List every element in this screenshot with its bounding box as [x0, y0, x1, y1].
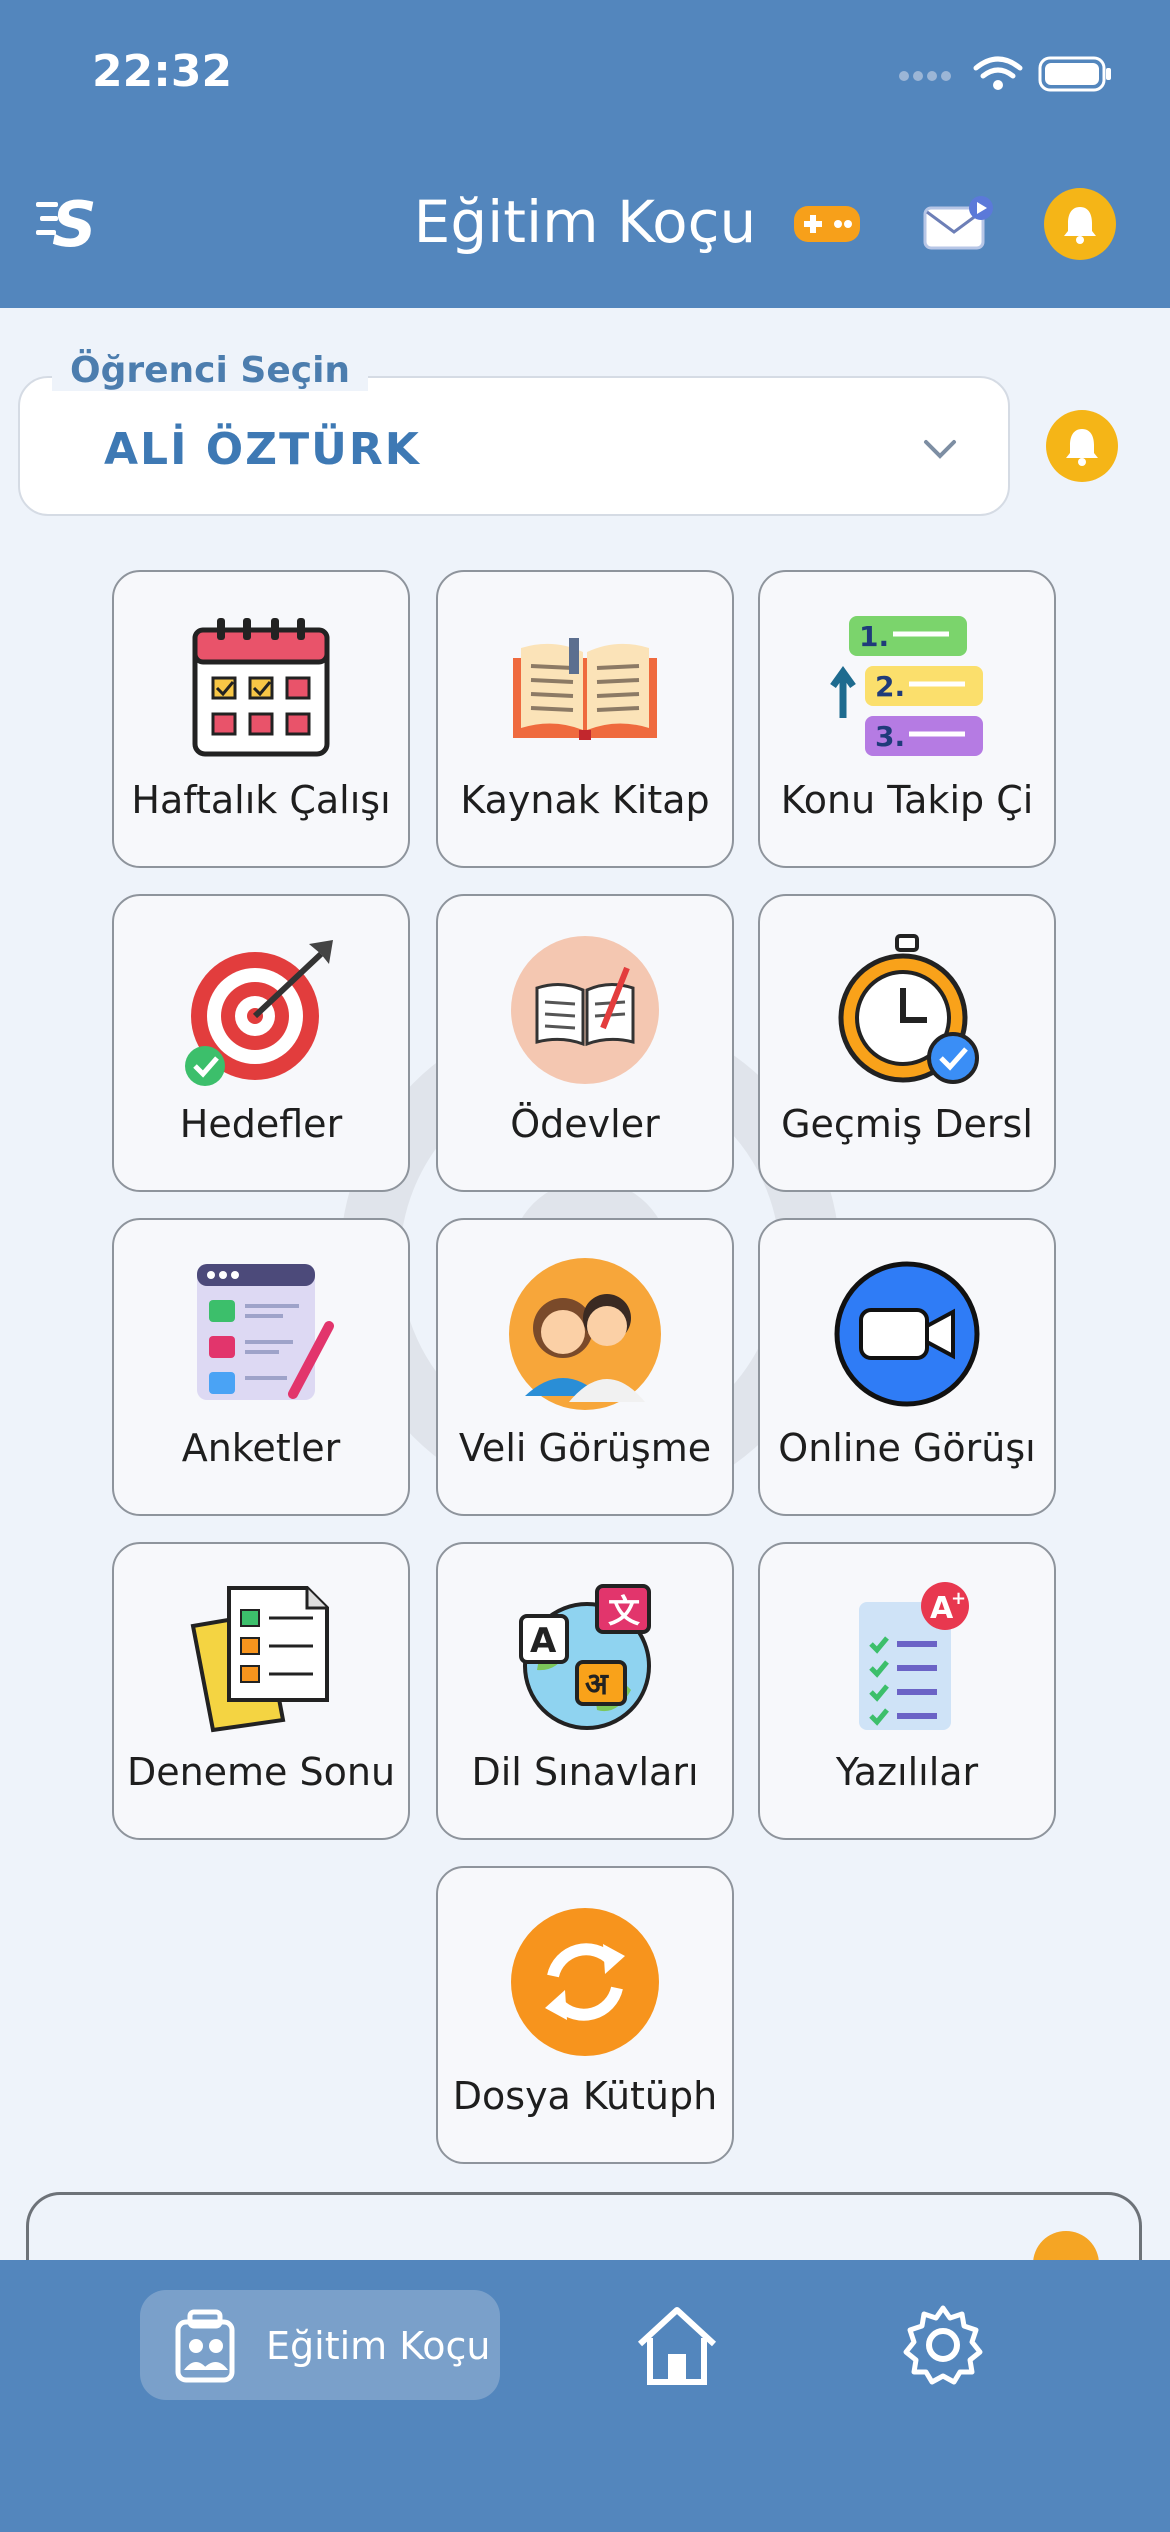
messages-button[interactable]	[920, 186, 1000, 262]
parents-icon	[509, 1258, 661, 1410]
tile-goals[interactable]: Hedefler	[112, 894, 410, 1192]
tile-label: Konu Takip Çi	[780, 778, 1034, 822]
student-selector[interactable]: ALİ ÖZTÜRK	[18, 376, 1010, 516]
status-icons	[899, 56, 1111, 92]
selected-student: ALİ ÖZTÜRK	[104, 424, 421, 475]
bell-icon	[1066, 429, 1098, 466]
tile-label: Online Görüşı	[778, 1426, 1036, 1470]
written-exam-icon: A +	[859, 1582, 969, 1730]
coach-icon	[175, 2309, 235, 2383]
nav-item-education-coach[interactable]: Eğitim Koçu	[140, 2290, 500, 2400]
tile-parent-meeting[interactable]: Veli Görüşme	[436, 1218, 734, 1516]
tile-label: Yazılılar	[835, 1750, 979, 1794]
svg-text:अ: अ	[585, 1667, 609, 1702]
svg-text:3.: 3.	[875, 720, 905, 753]
tile-weekly-plan[interactable]: Haftalık Çalışı	[112, 570, 410, 868]
tile-resource-books[interactable]: Kaynak Kitap	[436, 570, 734, 868]
numbered-list-icon: 1. 2. 3.	[830, 616, 983, 756]
tile-label: Kaynak Kitap	[460, 778, 710, 822]
calendar-icon	[192, 618, 330, 757]
exam-results-icon	[190, 1586, 329, 1733]
open-book-icon	[513, 638, 657, 740]
tile-online-meeting[interactable]: Online Görüşı	[758, 1218, 1056, 1516]
tile-language-exams[interactable]: A 文 अ Dil Sınavları	[436, 1542, 734, 1840]
survey-icon	[197, 1264, 334, 1400]
status-time: 22:32	[92, 46, 233, 97]
video-camera-icon	[834, 1261, 980, 1407]
target-icon	[185, 940, 333, 1086]
tile-homework[interactable]: Ödevler	[436, 894, 734, 1192]
tile-label: Anketler	[181, 1426, 341, 1470]
tile-label: Ödevler	[510, 1102, 660, 1146]
bottom-navigation: Eğitim Koçu	[0, 2260, 1170, 2532]
student-notifications-button[interactable]	[1046, 410, 1118, 482]
tile-topic-tracking[interactable]: 1. 2. 3. Konu Takip Çi	[758, 570, 1056, 868]
svg-text:2.: 2.	[875, 670, 905, 703]
tile-label: Veli Görüşme	[458, 1426, 712, 1470]
tile-label: Dil Sınavları	[471, 1750, 699, 1794]
tile-surveys[interactable]: Anketler	[112, 1218, 410, 1516]
notifications-button[interactable]	[1044, 188, 1116, 260]
svg-text:文: 文	[608, 1592, 640, 1630]
tile-label: Deneme Sonu	[126, 1750, 396, 1794]
tile-file-library[interactable]: Dosya Kütüph	[436, 1866, 734, 2164]
bell-icon	[1064, 207, 1096, 244]
nav-active-label: Eğitim Koçu	[266, 2324, 491, 2368]
game-controller-icon	[794, 206, 860, 242]
svg-text:1.: 1.	[859, 620, 889, 653]
tile-label: Geçmiş Dersl	[781, 1102, 1033, 1146]
student-selector-label: Öğrenci Seçin	[52, 350, 369, 391]
settings-icon[interactable]	[900, 2302, 986, 2388]
tile-past-lessons[interactable]: Geçmiş Dersl	[758, 894, 1056, 1192]
tile-written-exams[interactable]: A + Yazılılar	[758, 1542, 1056, 1840]
tile-label: Dosya Kütüph	[452, 2074, 718, 2118]
homework-book-icon	[511, 936, 659, 1084]
tile-label: Haftalık Çalışı	[131, 778, 391, 822]
tile-label: Hedefler	[179, 1102, 343, 1146]
mail-icon	[923, 196, 993, 250]
home-icon[interactable]	[632, 2300, 722, 2390]
svg-text:+: +	[951, 1588, 966, 1609]
game-button[interactable]	[790, 186, 864, 262]
tile-exam-results[interactable]: Deneme Sonu	[112, 1542, 410, 1840]
chevron-down-icon	[924, 440, 956, 459]
svg-text:A: A	[530, 1621, 557, 1661]
stopwatch-icon	[838, 934, 979, 1084]
sync-icon	[511, 1908, 659, 2056]
top-bar: 22:32 S Eğitim Koçu	[0, 0, 1170, 308]
language-globe-icon: A 文 अ	[519, 1584, 651, 1730]
